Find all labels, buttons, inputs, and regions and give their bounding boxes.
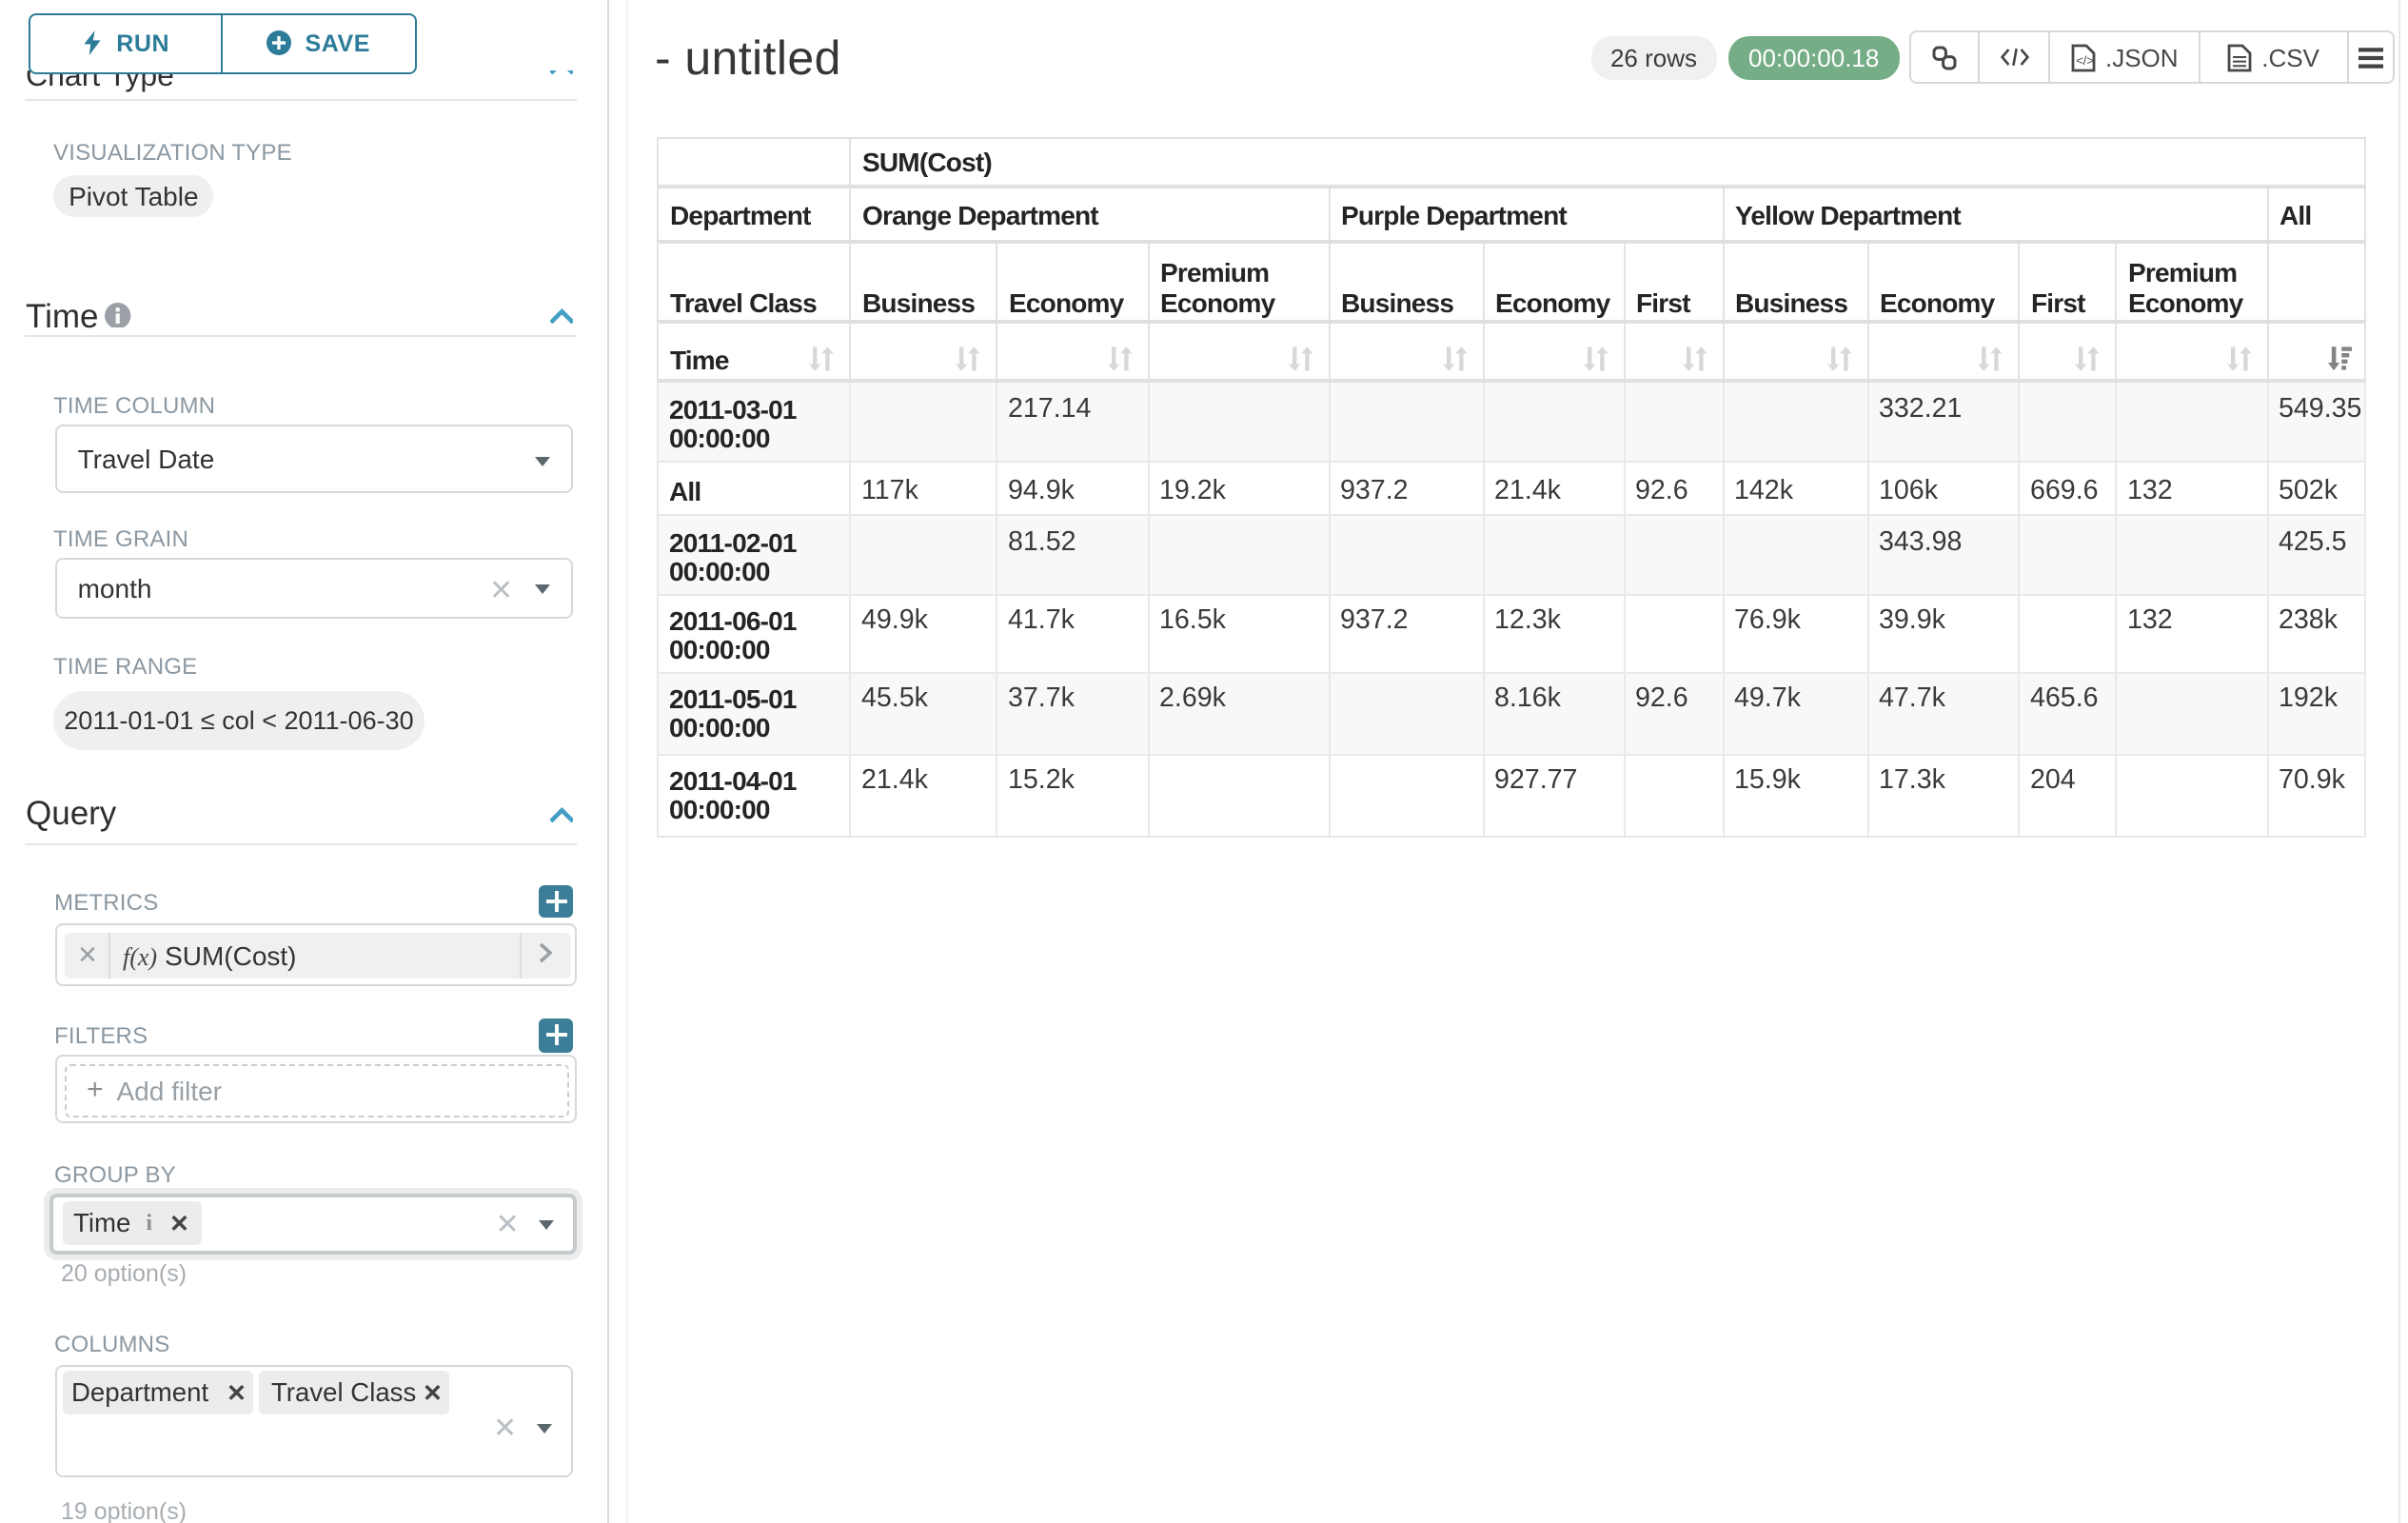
svg-text:</>: </> <box>2076 52 2094 67</box>
